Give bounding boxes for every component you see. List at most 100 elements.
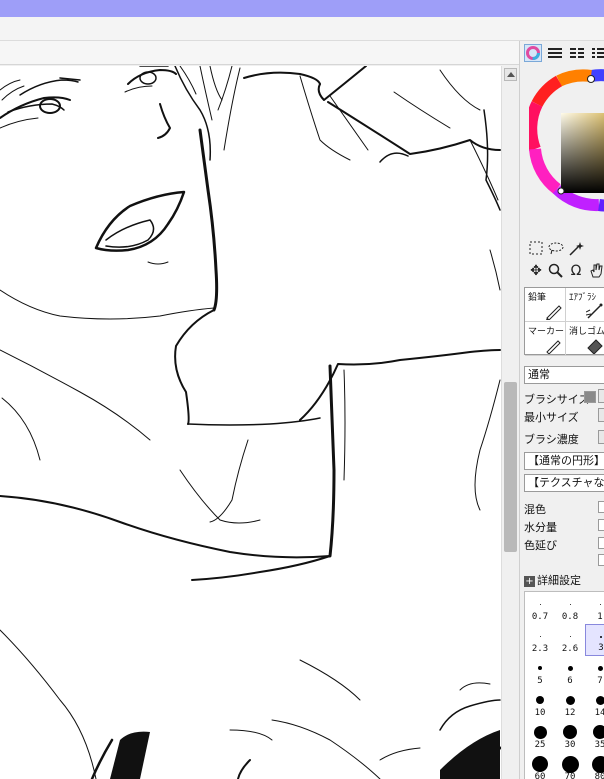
menu-bar (0, 17, 604, 41)
size-label: 1 (597, 612, 603, 622)
rect-select-icon[interactable] (528, 241, 544, 257)
size-dot (569, 635, 571, 637)
extra-checkbox[interactable] (598, 554, 604, 566)
size-preset[interactable]: 3 (585, 624, 604, 656)
size-preset[interactable]: 5 (525, 656, 555, 688)
brush-eraser[interactable]: 消しゴム (566, 322, 604, 356)
density-label: ブラシ濃度 (524, 433, 579, 446)
brush-label: 鉛筆 (528, 293, 547, 303)
transform-tools: ✥ Ω (526, 263, 604, 281)
size-preset[interactable]: 80 (585, 752, 604, 779)
size-dot (539, 635, 541, 637)
size-dot (569, 603, 571, 605)
zoom-icon[interactable] (548, 263, 564, 279)
swatch-icon (592, 48, 604, 58)
size-preset[interactable]: 10 (525, 688, 555, 720)
brush-size-field[interactable] (598, 389, 604, 403)
size-label: 10 (534, 708, 546, 718)
size-dot (533, 725, 547, 739)
color-slider-tab[interactable] (546, 44, 564, 62)
size-preset[interactable]: 30 (555, 720, 585, 752)
line-art (0, 66, 501, 779)
size-preset[interactable]: 6 (555, 656, 585, 688)
size-label: 7 (597, 676, 603, 686)
scroll-thumb[interactable] (504, 382, 517, 552)
move-icon[interactable]: ✥ (528, 263, 544, 279)
brush-size-toggle[interactable] (584, 391, 596, 403)
list-tab[interactable] (568, 44, 586, 62)
size-dot (597, 665, 603, 671)
size-label: 3 (598, 643, 604, 653)
blend-field[interactable] (598, 501, 604, 513)
size-preset[interactable]: 0.7 (525, 592, 555, 624)
size-dot (595, 695, 604, 705)
size-label: 70 (564, 772, 576, 779)
color-wheel-tab[interactable] (524, 44, 542, 62)
size-label: 35 (594, 740, 604, 750)
size-label: 12 (564, 708, 576, 718)
tool-panel: ✥ Ω 鉛筆 ｴｱﾌﾞﾗｼ マーカー 消しゴム 通常 ブラシサイズ 最小サイズ … (519, 41, 604, 779)
size-preset[interactable]: 0.8 (555, 592, 585, 624)
size-preset[interactable]: 1 (585, 592, 604, 624)
size-preset[interactable]: 35 (585, 720, 604, 752)
size-dot (536, 696, 544, 704)
size-preset[interactable]: 7 (585, 656, 604, 688)
color-wheel[interactable] (529, 69, 604, 239)
size-preset[interactable]: 12 (555, 688, 585, 720)
water-label: 水分量 (524, 521, 557, 534)
size-preset[interactable]: 2.3 (525, 624, 555, 656)
lasso-icon[interactable] (548, 241, 564, 257)
drawing-canvas[interactable] (0, 66, 501, 779)
brush-size-grid: 0.70.812.32.63567101214253035607080 (524, 591, 604, 779)
canvas-vertical-scrollbar[interactable] (501, 66, 519, 779)
size-label: 30 (564, 740, 576, 750)
density-field[interactable] (598, 430, 604, 444)
eraser-icon (587, 339, 603, 354)
color-extend-field[interactable] (598, 537, 604, 549)
brush-marker[interactable]: マーカー (525, 322, 566, 356)
shape-select[interactable]: 【通常の円形】 (524, 452, 604, 470)
size-dot (538, 666, 542, 670)
detail-label: 詳細設定 (537, 574, 581, 587)
texture-select[interactable]: 【テクスチャなし】 (524, 474, 604, 492)
size-label: 5 (537, 676, 543, 686)
size-dot (599, 603, 601, 605)
size-label: 25 (534, 740, 546, 750)
magic-wand-icon[interactable] (568, 241, 584, 257)
min-size-field[interactable] (598, 408, 604, 422)
size-label: 2.3 (531, 644, 549, 654)
plus-icon: + (524, 576, 535, 587)
hand-icon[interactable] (588, 263, 604, 279)
brush-pencil[interactable]: 鉛筆 (525, 288, 566, 322)
brush-airbrush[interactable]: ｴｱﾌﾞﾗｼ (566, 288, 604, 322)
size-label: 60 (534, 772, 546, 779)
brush-tool-grid: 鉛筆 ｴｱﾌﾞﾗｼ マーカー 消しゴム (524, 287, 604, 356)
size-preset[interactable]: 70 (555, 752, 585, 779)
size-label: 0.7 (531, 612, 549, 622)
size-label: 2.6 (561, 644, 579, 654)
size-preset[interactable]: 14 (585, 688, 604, 720)
size-dot (563, 725, 577, 739)
swatch-tab[interactable] (590, 44, 604, 62)
rotate-icon[interactable]: Ω (568, 263, 584, 279)
size-label: 14 (594, 708, 604, 718)
size-dot (591, 755, 604, 773)
size-dot (593, 725, 604, 739)
detail-settings-toggle[interactable]: + 詳細設定 (524, 572, 581, 588)
size-dot (532, 756, 548, 772)
size-dot (567, 665, 573, 671)
paint-app-window: ✥ Ω 鉛筆 ｴｱﾌﾞﾗｼ マーカー 消しゴム 通常 ブラシサイズ 最小サイズ … (0, 0, 604, 779)
blend-label: 混色 (524, 503, 546, 516)
size-preset[interactable]: 25 (525, 720, 555, 752)
size-preset[interactable]: 60 (525, 752, 555, 779)
size-preset[interactable]: 2.6 (555, 624, 585, 656)
size-label: 80 (594, 772, 604, 779)
water-field[interactable] (598, 519, 604, 531)
title-bar (0, 0, 604, 17)
scroll-up-button[interactable] (504, 68, 517, 81)
color-extend-label: 色延び (524, 539, 557, 552)
blend-mode-select[interactable]: 通常 (524, 366, 604, 384)
color-wheel-icon (526, 46, 540, 60)
marker-icon (546, 340, 561, 354)
size-label: 0.8 (561, 612, 579, 622)
